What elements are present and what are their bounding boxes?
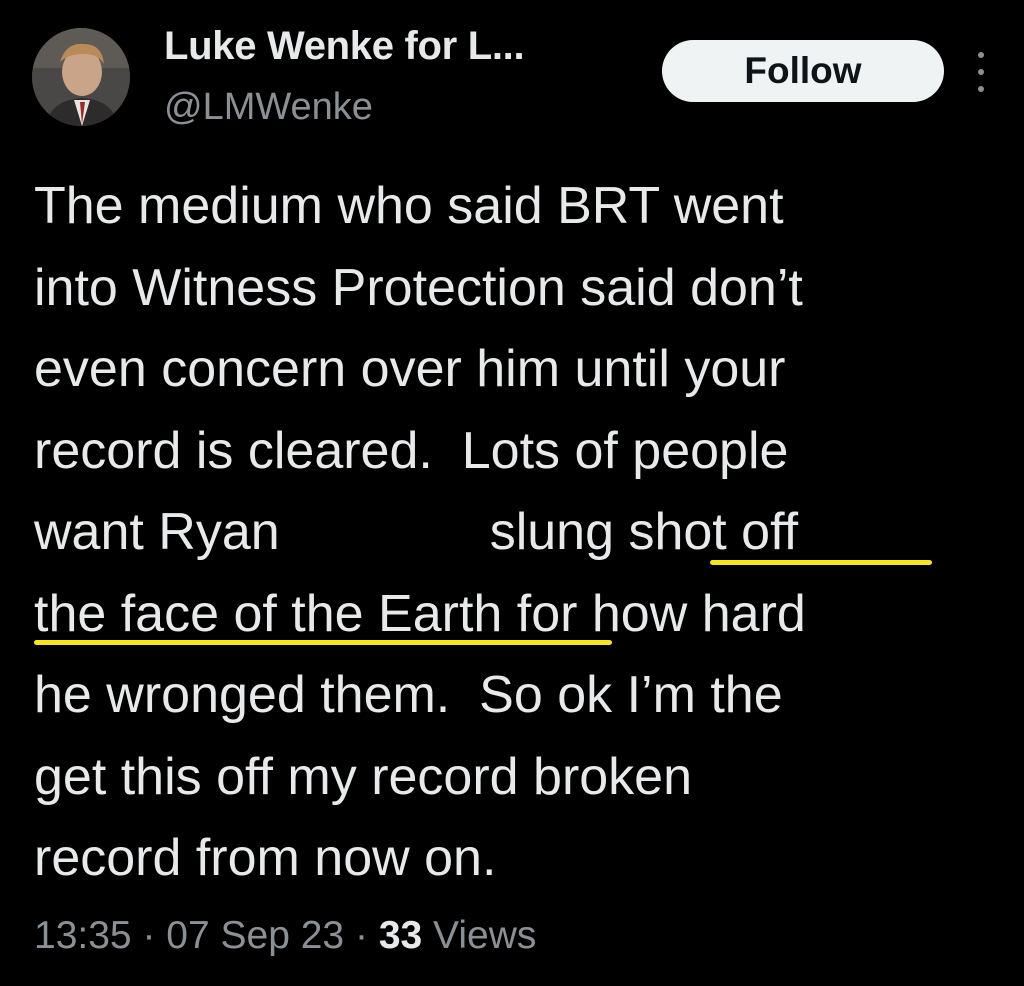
highlight-underline	[710, 560, 932, 565]
tweet-line: into Witness Protection said don’t	[34, 258, 803, 317]
tweet-line: record from now on.	[34, 829, 497, 887]
author-display-name[interactable]: Luke Wenke for L...	[164, 24, 525, 69]
meta-separator: ·	[354, 914, 368, 957]
tweet-line: even concern over him until your	[34, 340, 786, 398]
author-avatar[interactable]	[32, 28, 130, 126]
tweet-card: Luke Wenke for L... @LMWenke Follow The …	[0, 0, 1024, 986]
author-handle[interactable]: @LMWenke	[164, 86, 373, 129]
more-options-button[interactable]	[968, 52, 994, 92]
tweet-line: he wronged them. So ok I’m the	[34, 666, 783, 724]
tweet-text: The medium who said BRT went into Witnes…	[34, 166, 1009, 900]
tweet-date[interactable]: 07 Sep 23	[166, 914, 344, 957]
tweet-time[interactable]: 13:35	[34, 914, 132, 957]
meta-separator: ·	[142, 914, 156, 957]
tweet-line-segment: want Ryan	[34, 503, 280, 561]
more-vertical-icon	[978, 69, 984, 75]
views-count: 33	[378, 914, 423, 957]
more-vertical-icon	[978, 86, 984, 92]
highlight-underline	[34, 640, 612, 645]
profile-photo-icon	[32, 28, 130, 126]
more-vertical-icon	[978, 52, 984, 58]
tweet-line-segment: slung shot off	[489, 503, 799, 561]
views-label: Views	[433, 914, 537, 957]
tweet-line: record is cleared. Lots of people	[34, 421, 789, 480]
tweet-meta: 13:35 · 07 Sep 23 · 33 Views	[34, 914, 536, 958]
follow-button[interactable]: Follow	[662, 40, 944, 102]
tweet-line: get this off my record broken	[34, 747, 693, 806]
tweet-line: The medium who said BRT went	[34, 177, 784, 235]
